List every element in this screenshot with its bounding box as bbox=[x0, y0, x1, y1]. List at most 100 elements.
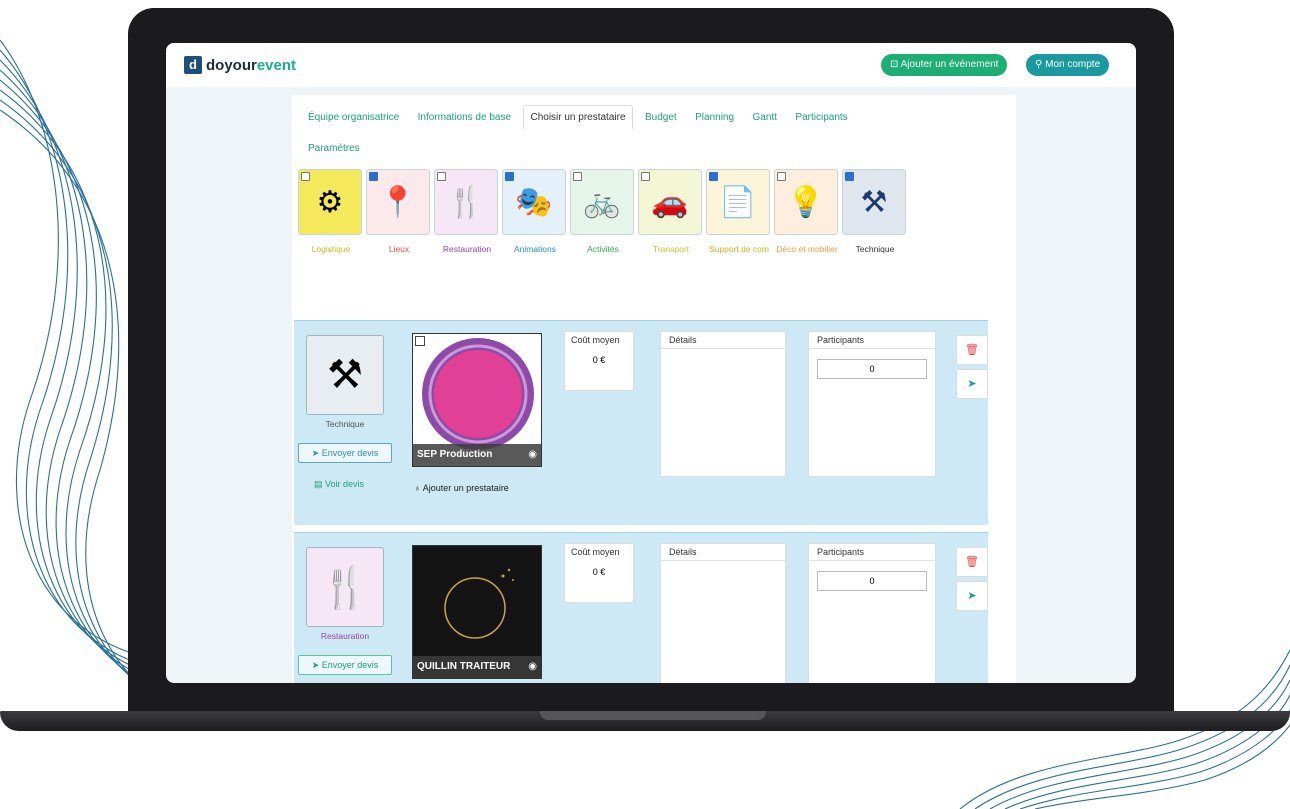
view-quote-label: Voir devis bbox=[325, 479, 365, 489]
logo-text-accent: event bbox=[256, 56, 297, 74]
category-animations[interactable]: 🎭 Animations bbox=[502, 169, 568, 256]
service-tile: ⚒ bbox=[306, 335, 384, 415]
view-quote-link[interactable]: ▤ Voir devis bbox=[314, 479, 364, 490]
category-transport[interactable]: 🚗 Transport bbox=[638, 169, 704, 256]
tab-bar: Équipe organisatrice Informations de bas… bbox=[302, 105, 1002, 129]
category-label: Support de com bbox=[708, 244, 769, 254]
category-restauration[interactable]: 🍴 Restauration bbox=[434, 169, 500, 256]
participants-label: Participants bbox=[809, 544, 935, 561]
cutlery-icon: 🍴 bbox=[320, 565, 370, 610]
add-provider-label: Ajouter un prestataire bbox=[422, 483, 509, 493]
trash-icon: 🗑 bbox=[965, 344, 979, 356]
map-pin-icon: 📍 bbox=[379, 185, 417, 219]
send-quote-button[interactable]: ➤ Envoyer devis bbox=[298, 655, 392, 675]
category-tile: ⚙ bbox=[298, 169, 362, 235]
laptop-notch bbox=[540, 711, 766, 720]
category-checkbox[interactable] bbox=[845, 172, 854, 181]
provider-card[interactable]: SEP Production ◉ bbox=[412, 333, 542, 467]
participants-box: Participants 0 bbox=[808, 543, 936, 683]
tab-prestataire[interactable]: Choisir un prestataire bbox=[523, 105, 633, 129]
tab-participants[interactable]: Participants bbox=[789, 106, 853, 129]
category-tile: 🚗 bbox=[638, 169, 702, 235]
service-label: Technique bbox=[325, 419, 365, 429]
category-selector: ⚙ Logistique 📍 Lieux 🍴 Restauration 🎭 An… bbox=[298, 169, 998, 299]
cost-value: 0 € bbox=[592, 567, 606, 577]
documents-icon: 📄 bbox=[719, 185, 757, 219]
category-checkbox[interactable] bbox=[777, 172, 786, 181]
details-box[interactable]: Détails bbox=[660, 543, 786, 683]
category-deco[interactable]: 💡 Déco et mobilier bbox=[774, 169, 840, 256]
provider-name: SEP Production bbox=[413, 444, 541, 466]
app-logo[interactable]: d doyourevent bbox=[184, 56, 296, 74]
service-label: Restauration bbox=[320, 631, 370, 641]
cost-box: Coût moyen 0 € bbox=[564, 543, 634, 603]
delete-button[interactable]: 🗑 bbox=[956, 335, 988, 365]
tools-icon: ⚒ bbox=[860, 185, 888, 219]
tab-equipe[interactable]: Équipe organisatrice bbox=[302, 106, 405, 129]
account-label: Mon compte bbox=[1045, 59, 1101, 70]
cost-value: 0 € bbox=[592, 355, 606, 365]
details-box[interactable]: Détails bbox=[660, 331, 786, 477]
tab-planning[interactable]: Planning bbox=[689, 106, 740, 129]
bicycle-icon: 🚲 bbox=[583, 185, 621, 219]
category-tile: ⚒ bbox=[842, 169, 906, 235]
delete-button[interactable]: 🗑 bbox=[956, 547, 988, 577]
logo-text: doyourevent bbox=[206, 57, 296, 74]
tab-budget[interactable]: Budget bbox=[639, 106, 683, 129]
account-button[interactable]: ⚲ Mon compte bbox=[1026, 54, 1110, 76]
send-quote-button[interactable]: ➤ Envoyer devis bbox=[298, 443, 392, 463]
category-tile: 📍 bbox=[366, 169, 430, 235]
logo-mark: d bbox=[184, 56, 202, 74]
top-bar: d doyourevent ⊡ Ajouter un événement ⚲ M… bbox=[166, 43, 1136, 87]
category-label: Restauration bbox=[442, 244, 492, 254]
category-checkbox[interactable] bbox=[641, 172, 650, 181]
tab-gantt[interactable]: Gantt bbox=[747, 106, 783, 129]
tab-informations[interactable]: Informations de base bbox=[412, 106, 517, 129]
eye-icon[interactable]: ◉ bbox=[528, 449, 537, 460]
provider-row: 🍴 Restauration ➤ Envoyer devis QUILLIN T… bbox=[294, 532, 988, 683]
category-label: Logistique bbox=[311, 244, 351, 254]
eye-icon[interactable]: ◉ bbox=[528, 661, 537, 672]
details-label: Détails bbox=[661, 544, 785, 561]
category-checkbox[interactable] bbox=[301, 172, 310, 181]
send-button[interactable]: ➤ bbox=[956, 369, 988, 399]
cost-label: Coût moyen bbox=[571, 547, 620, 557]
participants-input[interactable]: 0 bbox=[817, 359, 927, 379]
tab-parametres[interactable]: Paramètres bbox=[302, 137, 366, 160]
category-lieux[interactable]: 📍 Lieux bbox=[366, 169, 432, 256]
tab-row-2: Paramètres bbox=[302, 137, 368, 160]
category-label: Activités bbox=[587, 244, 619, 254]
category-checkbox[interactable] bbox=[709, 172, 718, 181]
lamp-icon: 💡 bbox=[787, 185, 825, 219]
category-tile: 🍴 bbox=[434, 169, 498, 235]
category-label: Animations bbox=[513, 244, 557, 254]
category-label: Déco et mobilier bbox=[776, 244, 838, 254]
category-logistique[interactable]: ⚙ Logistique bbox=[298, 169, 364, 256]
category-label: Lieux bbox=[388, 244, 410, 254]
category-tile: 🎭 bbox=[502, 169, 566, 235]
add-event-label: Ajouter un événement bbox=[900, 59, 999, 70]
cost-box: Coût moyen 0 € bbox=[564, 331, 634, 391]
category-activites[interactable]: 🚲 Activités bbox=[570, 169, 636, 256]
participants-label: Participants bbox=[809, 332, 935, 349]
tools-icon: ⚒ bbox=[327, 353, 363, 397]
participants-input[interactable]: 0 bbox=[817, 571, 927, 591]
trash-icon: 🗑 bbox=[965, 556, 979, 568]
car-icon: 🚗 bbox=[651, 185, 689, 219]
send-quote-label: Envoyer devis bbox=[321, 660, 379, 670]
add-event-button[interactable]: ⊡ Ajouter un événement bbox=[881, 54, 1008, 76]
category-checkbox[interactable] bbox=[573, 172, 582, 181]
category-checkbox[interactable] bbox=[505, 172, 514, 181]
app-screen: d doyourevent ⊡ Ajouter un événement ⚲ M… bbox=[166, 43, 1136, 683]
send-button[interactable]: ➤ bbox=[956, 581, 988, 611]
add-provider-link[interactable]: ♁ Ajouter un prestataire bbox=[414, 483, 509, 493]
category-support-com[interactable]: 📄 Support de com bbox=[706, 169, 772, 256]
category-checkbox[interactable] bbox=[437, 172, 446, 181]
category-technique[interactable]: ⚒ Technique bbox=[842, 169, 908, 256]
provider-card[interactable]: QUILLIN TRAITEUR ◉ bbox=[412, 545, 542, 679]
category-label: Technique bbox=[855, 244, 895, 254]
service-tile: 🍴 bbox=[306, 547, 384, 627]
provider-checkbox[interactable] bbox=[415, 336, 425, 346]
category-checkbox[interactable] bbox=[369, 172, 378, 181]
provider-row: ⚒ Technique ➤ Envoyer devis ▤ Voir devis… bbox=[294, 320, 988, 525]
